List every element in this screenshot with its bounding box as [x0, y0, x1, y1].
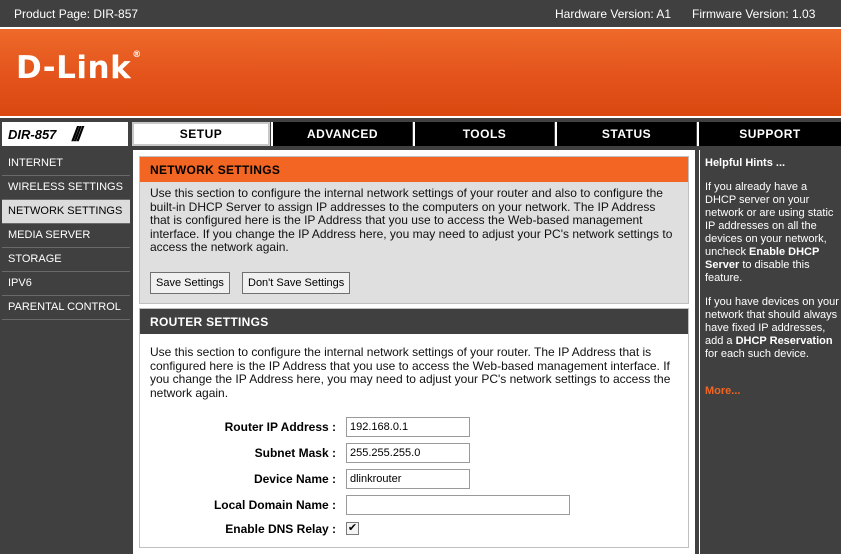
dlink-logo: D-Link® [16, 50, 142, 86]
hints-title: Helpful Hints ... [705, 157, 786, 169]
main-nav: DIR-857 /// SETUP ADVANCED TOOLS STATUS … [0, 116, 841, 148]
top-info-bar: Product Page: DIR-857 Hardware Version: … [0, 0, 841, 27]
network-settings-title: NETWORK SETTINGS [140, 157, 688, 182]
slash-decoration-icon: /// [72, 124, 83, 146]
product-page-label: Product Page: DIR-857 [14, 7, 139, 21]
hint-dhcp-server: If you already have a DHCP server on you… [705, 181, 834, 284]
checkmark-icon: ✔ [347, 522, 358, 534]
model-badge: DIR-857 /// [2, 122, 128, 146]
hint-dhcp-reservation: If you have devices on your network that… [705, 296, 839, 360]
subnet-mask-label: Subnet Mask : [254, 446, 336, 460]
tab-support[interactable]: SUPPORT [697, 122, 841, 146]
router-ip-row: Router IP Address : [140, 417, 690, 439]
more-link[interactable]: More... [705, 385, 740, 398]
dns-relay-checkbox[interactable]: ✔ [346, 522, 359, 535]
dns-relay-label: Enable DNS Relay : [225, 522, 336, 536]
router-settings-section: ROUTER SETTINGS Use this section to conf… [139, 308, 689, 548]
sidebar-item-storage[interactable]: STORAGE [2, 248, 130, 272]
network-settings-description: Use this section to configure the intern… [150, 186, 673, 254]
tab-tools[interactable]: TOOLS [413, 122, 554, 146]
sidebar-menu: INTERNET WIRELESS SETTINGS NETWORK SETTI… [2, 152, 130, 320]
local-domain-row: Local Domain Name : [140, 495, 690, 517]
tab-advanced[interactable]: ADVANCED [271, 122, 412, 146]
device-name-label: Device Name : [253, 472, 336, 486]
device-name-input[interactable] [346, 469, 470, 489]
sidebar-item-network-settings[interactable]: NETWORK SETTINGS [2, 200, 130, 224]
sidebar-item-parental-control[interactable]: PARENTAL CONTROL [2, 296, 130, 320]
device-name-row: Device Name : [140, 469, 690, 491]
network-settings-section: NETWORK SETTINGS Use this section to con… [139, 156, 689, 304]
firmware-version-label: Firmware Version: 1.03 [692, 7, 816, 21]
local-domain-input[interactable] [346, 495, 570, 515]
dont-save-settings-button[interactable]: Don't Save Settings [242, 272, 351, 294]
router-ip-label: Router IP Address : [224, 420, 336, 434]
sidebar-item-ipv6[interactable]: IPV6 [2, 272, 130, 296]
hardware-version-label: Hardware Version: A1 [555, 7, 672, 21]
tab-status[interactable]: STATUS [555, 122, 696, 146]
sidebar-item-internet[interactable]: INTERNET [2, 152, 130, 176]
dns-relay-row: Enable DNS Relay : ✔ [140, 519, 690, 541]
save-settings-button[interactable]: Save Settings [150, 272, 230, 294]
brand-banner: D-Link® [0, 27, 841, 116]
model-label: DIR-857 [8, 127, 57, 142]
router-settings-title: ROUTER SETTINGS [140, 309, 688, 334]
subnet-mask-row: Subnet Mask : [140, 443, 690, 465]
router-settings-description: Use this section to configure the intern… [150, 345, 671, 400]
subnet-mask-input[interactable] [346, 443, 470, 463]
helpful-hints-panel: Helpful Hints ... If you already have a … [699, 150, 841, 554]
main-content: NETWORK SETTINGS Use this section to con… [133, 150, 695, 554]
sidebar-item-wireless-settings[interactable]: WIRELESS SETTINGS [2, 176, 130, 200]
local-domain-label: Local Domain Name : [213, 498, 336, 512]
sidebar-item-media-server[interactable]: MEDIA SERVER [2, 224, 130, 248]
router-ip-input[interactable] [346, 417, 470, 437]
tab-setup[interactable]: SETUP [132, 122, 270, 146]
